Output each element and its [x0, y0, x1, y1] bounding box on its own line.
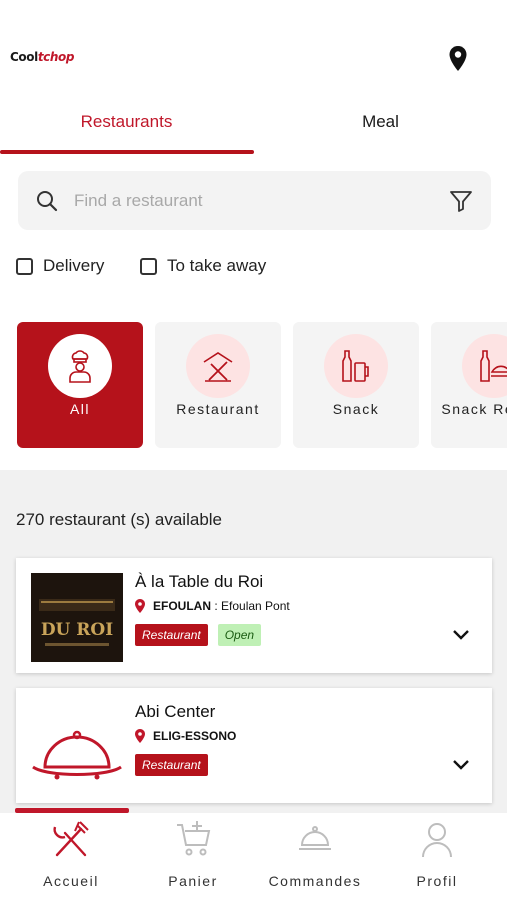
cart-icon	[177, 821, 211, 856]
bottom-nav: Accueil Panier Commandes Profil	[0, 813, 507, 900]
checkbox-icon	[16, 257, 33, 275]
drinks-icon	[480, 350, 507, 382]
cloche-icon	[32, 730, 122, 780]
drinks-icon	[342, 350, 369, 382]
nav-label: Commandes	[268, 873, 362, 889]
tab-bar: Restaurants Meal	[0, 100, 507, 156]
cloche-icon	[299, 826, 331, 850]
type-badge: Restaurant	[135, 754, 208, 776]
app-logo: Cooltchop	[10, 50, 75, 64]
restaurant-name: Abi Center	[135, 702, 216, 721]
category-snack[interactable]: Snack	[293, 322, 419, 448]
delivery-label: Delivery	[43, 256, 105, 275]
category-label: Snack Restau	[441, 401, 507, 417]
filter-icon[interactable]	[449, 189, 473, 213]
type-badge: Restaurant	[135, 624, 208, 646]
restaurant-card[interactable]: Abi Center ELIG-ESSONO Restaurant	[16, 688, 492, 803]
nav-profil[interactable]: Profil	[374, 813, 500, 900]
take-away-checkbox[interactable]: To take away	[140, 256, 266, 276]
cutlery-icon	[53, 821, 89, 857]
checkbox-icon	[140, 257, 157, 275]
map-pin-icon	[135, 599, 145, 613]
restaurant-location: EFOULAN : Efoulan Pont	[135, 599, 290, 613]
cutlery-icon	[203, 352, 233, 382]
service-filters: Delivery To take away	[0, 252, 507, 284]
profile-icon	[422, 823, 452, 858]
search-bar	[18, 171, 491, 230]
delivery-checkbox[interactable]: Delivery	[16, 256, 104, 276]
nav-panier[interactable]: Panier	[130, 813, 256, 900]
category-label: All	[69, 401, 91, 417]
chevron-down-icon[interactable]	[452, 759, 470, 771]
chef-icon	[69, 350, 91, 383]
restaurant-name: À la Table du Roi	[135, 572, 264, 591]
tab-restaurants[interactable]: Restaurants	[0, 112, 253, 132]
results-count: 270 restaurant (s) available	[16, 510, 223, 529]
category-snack-restau[interactable]: Snack Restau	[431, 322, 507, 448]
search-input[interactable]	[74, 185, 434, 217]
take-away-label: To take away	[167, 256, 267, 275]
svg-text:DU ROI: DU ROI	[41, 620, 113, 640]
search-icon	[37, 191, 58, 212]
nav-commandes[interactable]: Commandes	[252, 813, 378, 900]
category-label: Restaurant	[176, 401, 260, 417]
map-pin-icon	[135, 729, 145, 743]
status-badge: Open	[217, 624, 262, 646]
category-carousel: All Restaurant Snack Snack R	[0, 322, 507, 448]
nav-accueil[interactable]: Accueil	[8, 813, 134, 900]
app-header: Cooltchop	[0, 0, 507, 100]
nav-label: Accueil	[43, 873, 99, 889]
category-all[interactable]: All	[17, 322, 143, 448]
restaurant-card[interactable]: DU ROI À la Table du Roi EFOULAN : Efoul…	[16, 558, 492, 673]
category-restaurant[interactable]: Restaurant	[155, 322, 281, 448]
tab-meal[interactable]: Meal	[254, 112, 507, 132]
active-tab-indicator	[0, 150, 254, 154]
nav-label: Profil	[416, 873, 458, 889]
nav-label: Panier	[168, 873, 218, 889]
chevron-down-icon[interactable]	[452, 629, 470, 641]
restaurant-location: ELIG-ESSONO	[135, 729, 236, 743]
restaurant-logo: DU ROI	[31, 573, 123, 662]
map-pin-icon[interactable]	[446, 45, 470, 73]
category-label: Snack	[332, 401, 380, 417]
